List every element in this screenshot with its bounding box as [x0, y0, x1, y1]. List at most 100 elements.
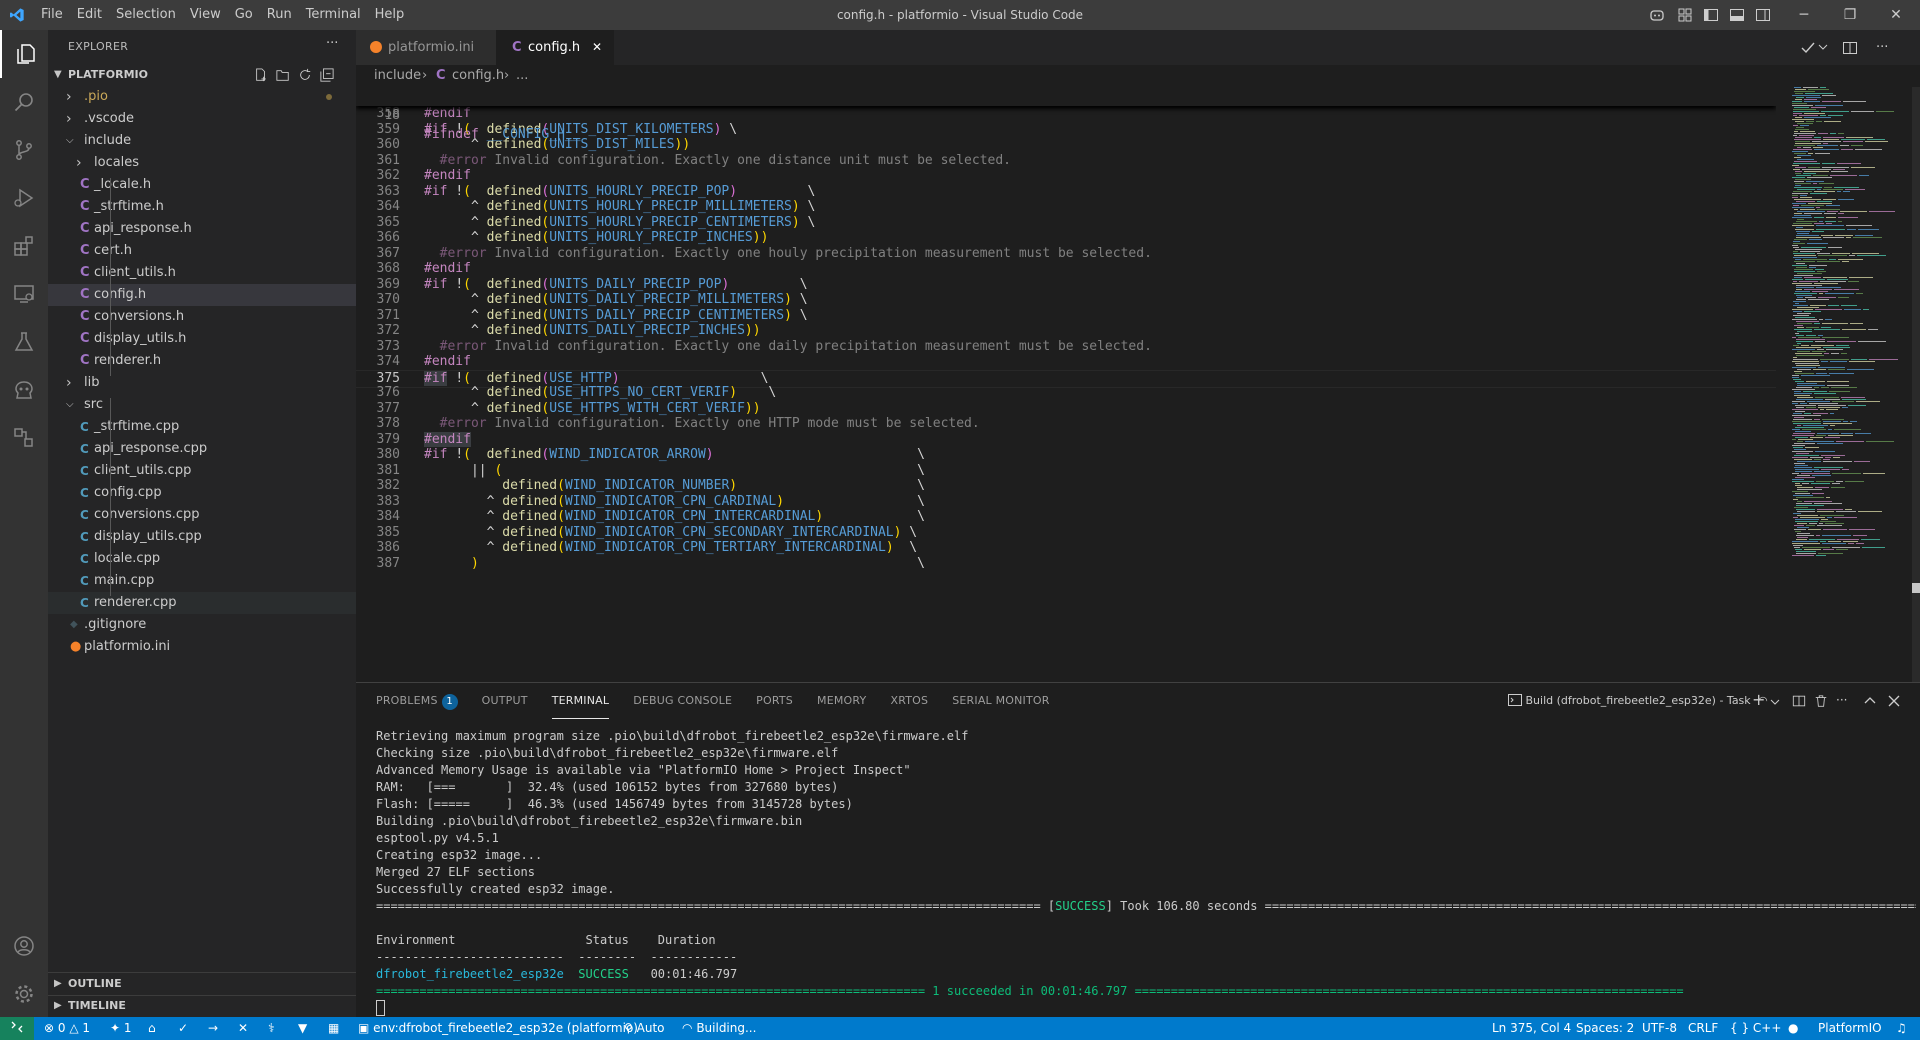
- split-terminal-icon[interactable]: [1792, 694, 1806, 708]
- menu-go[interactable]: Go: [228, 0, 260, 30]
- pio-home-icon[interactable]: ⌂: [148, 1017, 156, 1040]
- tab-debug-console[interactable]: DEBUG CONSOLE: [633, 683, 732, 719]
- close-window-button[interactable]: ✕: [1873, 0, 1919, 30]
- explorer-activity[interactable]: [0, 30, 50, 78]
- tree-item[interactable]: Cconfig.cpp: [48, 482, 356, 504]
- tree-item[interactable]: Cdisplay_utils.h: [48, 328, 356, 350]
- tree-item[interactable]: › locales: [48, 152, 356, 174]
- notifications-icon[interactable]: ♫: [1896, 1017, 1907, 1040]
- menu-file[interactable]: File: [34, 0, 70, 30]
- tab-platformio-ini[interactable]: platformio.ini: [356, 30, 496, 65]
- encoding[interactable]: UTF-8: [1642, 1017, 1677, 1040]
- new-folder-icon[interactable]: [276, 68, 290, 82]
- remote-explorer-activity[interactable]: [0, 270, 48, 318]
- check-icon[interactable]: [1800, 40, 1816, 56]
- tree-item[interactable]: Cclient_utils.cpp: [48, 460, 356, 482]
- tab-memory[interactable]: MEMORY: [817, 683, 866, 719]
- outline-section[interactable]: ▶ OUTLINE: [48, 973, 356, 995]
- menu-view[interactable]: View: [183, 0, 228, 30]
- copilot-status-icon[interactable]: ●: [1788, 1017, 1798, 1040]
- accounts-activity[interactable]: [0, 922, 48, 970]
- tree-item[interactable]: ⌵ include: [48, 130, 356, 152]
- minimap[interactable]: [1790, 87, 1920, 682]
- tree-item[interactable]: Cclient_utils.h: [48, 262, 356, 284]
- breadcrumb-symbol[interactable]: ...: [516, 65, 528, 87]
- close-tab-icon[interactable]: ✕: [592, 30, 602, 65]
- pio-test-icon[interactable]: ⚕: [268, 1017, 275, 1040]
- chevron-down-icon[interactable]: [1818, 42, 1828, 52]
- more-actions-button[interactable]: ···: [326, 36, 338, 51]
- maximize-panel-icon[interactable]: [1864, 695, 1876, 707]
- breadcrumb-file[interactable]: config.h: [452, 65, 504, 87]
- tree-item[interactable]: Cconversions.h: [48, 306, 356, 328]
- trash-icon[interactable]: [1814, 694, 1828, 708]
- terminal-task-selector[interactable]: Build (dfrobot_firebeetle2_esp32e) - Tas…: [1508, 693, 1768, 709]
- copilot-icon[interactable]: [1649, 7, 1665, 23]
- problems-status[interactable]: ⊗ 0 △ 1: [44, 1017, 90, 1040]
- terminal-output[interactable]: Retrieving maximum program size .pio\bui…: [376, 728, 1916, 1017]
- tree-item[interactable]: Cconfig.h: [48, 284, 356, 306]
- tree-item[interactable]: Crenderer.cpp: [48, 592, 356, 614]
- code-editor[interactable]: 18 #ifndef __CONFIG_H__ 358 #endif 359 #if …: [356, 87, 1776, 682]
- breadcrumb-folder[interactable]: include: [374, 65, 421, 87]
- new-file-icon[interactable]: [254, 68, 268, 82]
- tree-item[interactable]: Crenderer.h: [48, 350, 356, 372]
- menu-help[interactable]: Help: [368, 0, 412, 30]
- tree-item[interactable]: › .vscode: [48, 108, 356, 130]
- tree-item[interactable]: › .pio: [48, 86, 356, 108]
- language-mode[interactable]: { } C++: [1730, 1017, 1781, 1040]
- manage-activity[interactable]: [0, 970, 48, 1018]
- tree-item[interactable]: ● platformio.ini: [48, 636, 356, 658]
- ports-status[interactable]: ✦ 1: [110, 1017, 132, 1040]
- tree-item[interactable]: ◆ .gitignore: [48, 614, 356, 636]
- env-switcher[interactable]: ▣ env:dfrobot_firebeetle2_esp32e (platfo…: [358, 1017, 638, 1040]
- menu-terminal[interactable]: Terminal: [299, 0, 368, 30]
- tree-item[interactable]: C _strftime.h: [48, 196, 356, 218]
- tab-serial-monitor[interactable]: SERIAL MONITOR: [952, 683, 1049, 719]
- collapse-all-icon[interactable]: [320, 68, 334, 82]
- tree-item[interactable]: Cmain.cpp: [48, 570, 356, 592]
- remote-indicator[interactable]: [0, 1017, 34, 1040]
- pio-upload-icon[interactable]: →: [208, 1017, 218, 1040]
- platformio-activity[interactable]: [0, 366, 48, 414]
- tree-item[interactable]: Clocale.cpp: [48, 548, 356, 570]
- run-debug-activity[interactable]: [0, 174, 48, 222]
- pio-clean-icon[interactable]: ✕: [238, 1017, 248, 1040]
- customize-layout-icon[interactable]: [1677, 7, 1693, 23]
- menu-edit[interactable]: Edit: [70, 0, 109, 30]
- menu-selection[interactable]: Selection: [109, 0, 183, 30]
- tab-output[interactable]: OUTPUT: [482, 683, 528, 719]
- toggle-panel-icon[interactable]: [1729, 7, 1745, 23]
- chevron-down-icon[interactable]: [1770, 697, 1780, 707]
- editor-more-button[interactable]: ···: [1876, 30, 1888, 65]
- tab-terminal[interactable]: TERMINAL: [551, 684, 610, 719]
- pio-terminal-icon[interactable]: ▦: [328, 1017, 339, 1040]
- pio-build-icon[interactable]: ✓: [178, 1017, 188, 1040]
- search-activity[interactable]: [0, 78, 48, 126]
- platformio-status[interactable]: PlatformIO: [1818, 1017, 1882, 1040]
- toggle-primary-sidebar-icon[interactable]: [1703, 7, 1719, 23]
- build-progress[interactable]: ◠ Building...: [682, 1017, 756, 1040]
- new-terminal-icon[interactable]: +: [1752, 690, 1765, 709]
- tab-ports[interactable]: PORTS: [756, 683, 793, 719]
- split-editor-icon[interactable]: [1842, 40, 1858, 56]
- port-auto[interactable]: ⚲ Auto: [624, 1017, 665, 1040]
- tree-item[interactable]: › lib: [48, 372, 356, 394]
- misc-activity[interactable]: [0, 414, 48, 462]
- tab-config-h[interactable]: C config.h ✕: [496, 30, 614, 65]
- tree-item[interactable]: Capi_response.h: [48, 218, 356, 240]
- minimize-button[interactable]: ─: [1781, 0, 1827, 30]
- more-actions-icon[interactable]: ···: [1836, 693, 1847, 707]
- refresh-icon[interactable]: [298, 68, 312, 82]
- timeline-section[interactable]: ▶ TIMELINE: [48, 995, 356, 1017]
- end-of-line[interactable]: CRLF: [1688, 1017, 1718, 1040]
- pio-serial-icon[interactable]: ▼: [298, 1017, 307, 1040]
- tree-item[interactable]: ⌵ src: [48, 394, 356, 416]
- indentation[interactable]: Spaces: 2: [1576, 1017, 1634, 1040]
- tree-item[interactable]: Cdisplay_utils.cpp: [48, 526, 356, 548]
- menu-run[interactable]: Run: [260, 0, 299, 30]
- testing-activity[interactable]: [0, 318, 48, 366]
- tree-item[interactable]: C _locale.h: [48, 174, 356, 196]
- cursor-position[interactable]: Ln 375, Col 4: [1492, 1017, 1571, 1040]
- tab-problems[interactable]: PROBLEMS 1: [376, 683, 458, 719]
